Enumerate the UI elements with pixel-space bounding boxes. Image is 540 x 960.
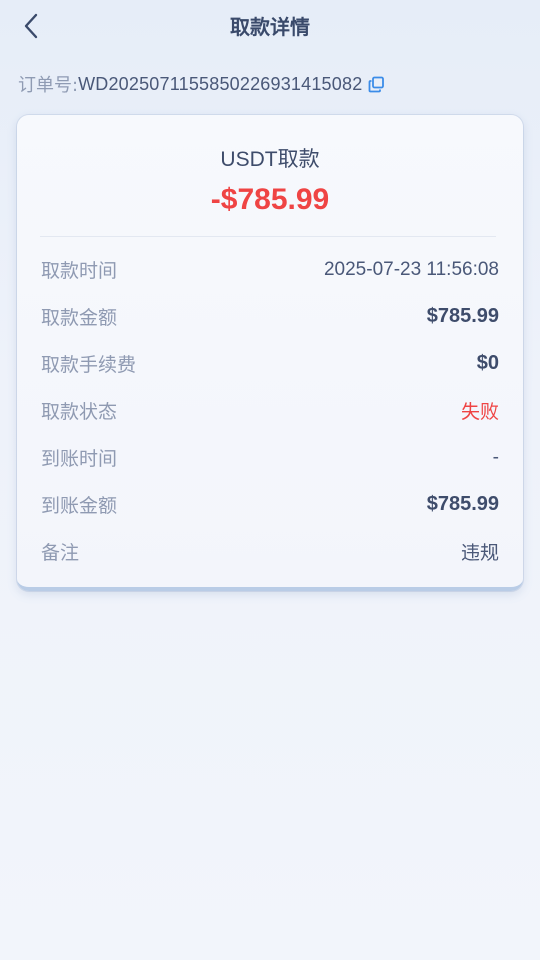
- detail-value: $785.99: [426, 493, 499, 515]
- order-number-value: WD2025071155850226931415082: [78, 73, 363, 94]
- detail-value: 2025-07-23 11:56:08: [323, 258, 499, 280]
- detail-value: $785.99: [426, 305, 499, 327]
- detail-row-status: 取款状态 失败: [41, 387, 499, 434]
- withdrawal-amount: -$785.99: [210, 183, 330, 216]
- status-badge: 失败: [460, 401, 499, 423]
- detail-label: 取款金额: [41, 307, 118, 329]
- detail-list: 取款时间 2025-07-23 11:56:08 取款金额 $785.99 取款…: [41, 246, 499, 575]
- detail-label: 取款手续费: [41, 354, 137, 376]
- detail-label: 取款状态: [41, 401, 118, 423]
- detail-value: -: [492, 446, 499, 468]
- detail-row-withdraw-amount: 取款金额 $785.99: [41, 293, 499, 340]
- detail-value: 违规: [460, 542, 499, 564]
- order-number-label: 订单号:: [18, 75, 79, 96]
- order-number-row: 订单号: WD2025071155850226931415082: [18, 70, 385, 98]
- detail-row-arrival-amount: 到账金额 $785.99: [41, 481, 499, 528]
- copy-icon[interactable]: [367, 75, 385, 93]
- detail-label: 备注: [41, 542, 80, 564]
- detail-row-fee: 取款手续费 $0: [41, 340, 499, 387]
- detail-row-remark: 备注 违规: [41, 528, 499, 575]
- detail-label: 取款时间: [41, 260, 118, 282]
- detail-value: $0: [476, 352, 499, 374]
- withdrawal-type: USDT取款: [220, 148, 320, 171]
- detail-row-arrival-time: 到账时间 -: [41, 434, 499, 481]
- card-divider: [40, 236, 496, 237]
- header-bar: 取款详情: [0, 0, 540, 52]
- withdrawal-detail-card: USDT取款 -$785.99 取款时间 2025-07-23 11:56:08…: [17, 115, 523, 591]
- detail-label: 到账金额: [41, 495, 118, 517]
- detail-row-withdraw-time: 取款时间 2025-07-23 11:56:08: [41, 246, 499, 293]
- page-title: 取款详情: [230, 15, 310, 39]
- detail-label: 到账时间: [41, 448, 118, 470]
